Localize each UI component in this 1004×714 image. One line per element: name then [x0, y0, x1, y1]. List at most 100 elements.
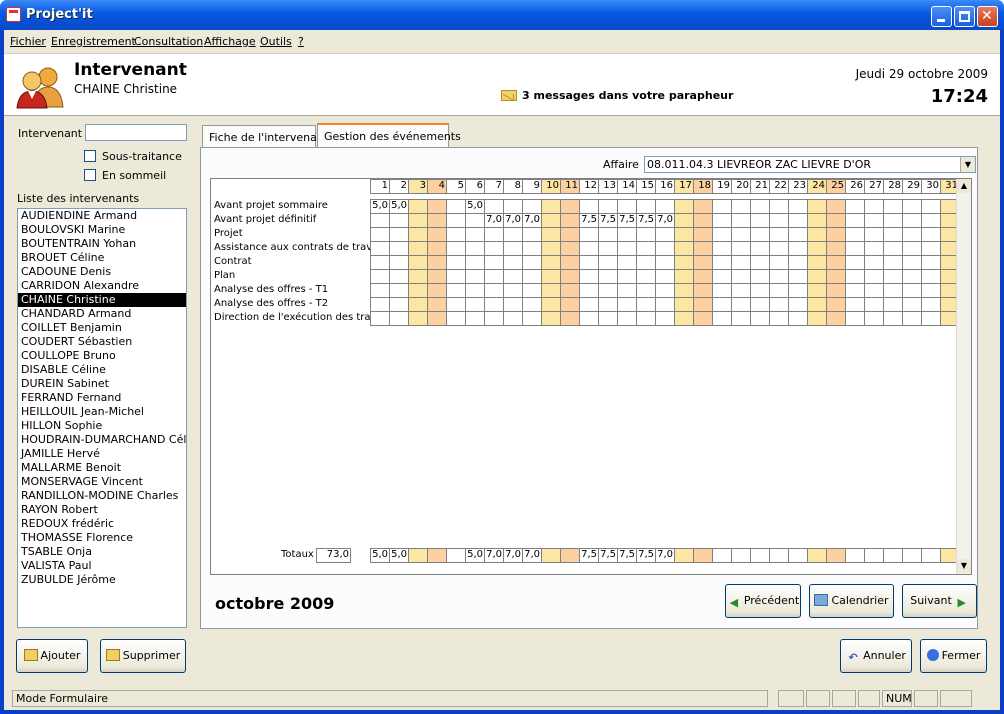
grid-cell[interactable]: [446, 297, 466, 312]
grid-cell[interactable]: [750, 241, 770, 256]
grid-cell[interactable]: [674, 269, 694, 284]
grid-cell[interactable]: [446, 255, 466, 270]
menu-enregistrement[interactable]: Enregistrement: [51, 35, 136, 48]
grid-cell[interactable]: [731, 255, 751, 270]
grid-cell[interactable]: [503, 227, 523, 242]
grid-cell[interactable]: [446, 311, 466, 326]
grid-cell[interactable]: [693, 297, 713, 312]
grid-cell[interactable]: [788, 255, 808, 270]
grid-cell[interactable]: [845, 269, 865, 284]
grid-cell[interactable]: [750, 297, 770, 312]
grid-cell[interactable]: [902, 311, 922, 326]
calendar-button[interactable]: Calendrier: [809, 584, 894, 618]
list-item[interactable]: FERRAND Fernand: [18, 391, 186, 405]
grid-cell[interactable]: [541, 269, 561, 284]
grid-cell[interactable]: [807, 199, 827, 214]
grid-cell[interactable]: 7,5: [598, 213, 618, 228]
grid-cell[interactable]: [788, 199, 808, 214]
grid-cell[interactable]: [769, 241, 789, 256]
grid-cell[interactable]: [921, 199, 941, 214]
grid-cell[interactable]: [769, 227, 789, 242]
list-item[interactable]: REDOUX frédéric: [18, 517, 186, 531]
grid-cell[interactable]: [579, 241, 599, 256]
grid-cell[interactable]: [693, 241, 713, 256]
grid-cell[interactable]: [674, 241, 694, 256]
grid-cell[interactable]: 7,0: [522, 213, 542, 228]
grid-cell[interactable]: [598, 297, 618, 312]
list-item[interactable]: THOMASSE Florence: [18, 531, 186, 545]
grid-cell[interactable]: [503, 269, 523, 284]
grid-cell[interactable]: [674, 297, 694, 312]
grid-cell[interactable]: [864, 241, 884, 256]
list-item[interactable]: JAMILLE Hervé: [18, 447, 186, 461]
grid-cell[interactable]: [769, 297, 789, 312]
grid-cell[interactable]: [921, 297, 941, 312]
grid-cell[interactable]: [560, 311, 580, 326]
grid-cell[interactable]: [560, 241, 580, 256]
sous-traitance-checkbox[interactable]: [84, 150, 96, 162]
grid-cell[interactable]: [617, 241, 637, 256]
grid-cell[interactable]: [769, 311, 789, 326]
delete-button[interactable]: Supprimer: [100, 639, 186, 673]
list-item[interactable]: CHAINE Christine: [18, 293, 186, 307]
grid-cell[interactable]: [484, 227, 504, 242]
grid-cell[interactable]: [712, 199, 732, 214]
grid-cell[interactable]: [541, 297, 561, 312]
grid-cell[interactable]: [807, 283, 827, 298]
grid-cell[interactable]: [845, 241, 865, 256]
grid-cell[interactable]: [921, 255, 941, 270]
grid-cell[interactable]: [465, 283, 485, 298]
grid-cell[interactable]: [902, 255, 922, 270]
grid-cell[interactable]: [712, 283, 732, 298]
grid-cell[interactable]: [731, 311, 751, 326]
list-item[interactable]: COUDERT Sébastien: [18, 335, 186, 349]
grid-cell[interactable]: [655, 269, 675, 284]
grid-cell[interactable]: [503, 311, 523, 326]
grid-cell[interactable]: [636, 283, 656, 298]
grid-cell[interactable]: [731, 227, 751, 242]
grid-cell[interactable]: [408, 311, 428, 326]
grid-cell[interactable]: [674, 213, 694, 228]
grid-cell[interactable]: [579, 199, 599, 214]
list-item[interactable]: HEILLOUIL Jean-Michel: [18, 405, 186, 419]
grid-cell[interactable]: [579, 227, 599, 242]
grid-cell[interactable]: [389, 227, 409, 242]
grid-cell[interactable]: [750, 269, 770, 284]
list-item[interactable]: BOULOVSKI Marine: [18, 223, 186, 237]
grid-cell[interactable]: [883, 227, 903, 242]
grid-cell[interactable]: [731, 213, 751, 228]
grid-cell[interactable]: [655, 311, 675, 326]
grid-cell[interactable]: [427, 241, 447, 256]
grid-cell[interactable]: [712, 311, 732, 326]
grid-cell[interactable]: [617, 269, 637, 284]
grid-cell[interactable]: [503, 297, 523, 312]
grid-cell[interactable]: [902, 199, 922, 214]
list-item[interactable]: TSABLE Onja: [18, 545, 186, 559]
grid-cell[interactable]: [864, 199, 884, 214]
grid-cell[interactable]: [503, 255, 523, 270]
grid-cell[interactable]: [598, 269, 618, 284]
grid-cell[interactable]: [408, 297, 428, 312]
grid-cell[interactable]: [617, 255, 637, 270]
grid-cell[interactable]: [522, 241, 542, 256]
grid-cell[interactable]: [370, 255, 390, 270]
grid-cell[interactable]: [883, 213, 903, 228]
grid-cell[interactable]: [579, 297, 599, 312]
grid-cell[interactable]: [446, 213, 466, 228]
list-item[interactable]: RANDILLON-MODINE Charles: [18, 489, 186, 503]
grid-cell[interactable]: [902, 227, 922, 242]
list-item[interactable]: DUREIN Sabinet: [18, 377, 186, 391]
en-sommeil-checkbox[interactable]: [84, 169, 96, 181]
grid-cell[interactable]: [864, 297, 884, 312]
grid-cell[interactable]: [750, 227, 770, 242]
grid-cell[interactable]: [788, 213, 808, 228]
grid-cell[interactable]: [883, 297, 903, 312]
grid-cell[interactable]: [731, 199, 751, 214]
grid-cell[interactable]: [389, 283, 409, 298]
grid-cell[interactable]: [750, 255, 770, 270]
grid-cell[interactable]: [617, 283, 637, 298]
grid-cell[interactable]: [370, 269, 390, 284]
grid-cell[interactable]: [427, 297, 447, 312]
grid-cell[interactable]: [788, 311, 808, 326]
grid-cell[interactable]: [598, 241, 618, 256]
